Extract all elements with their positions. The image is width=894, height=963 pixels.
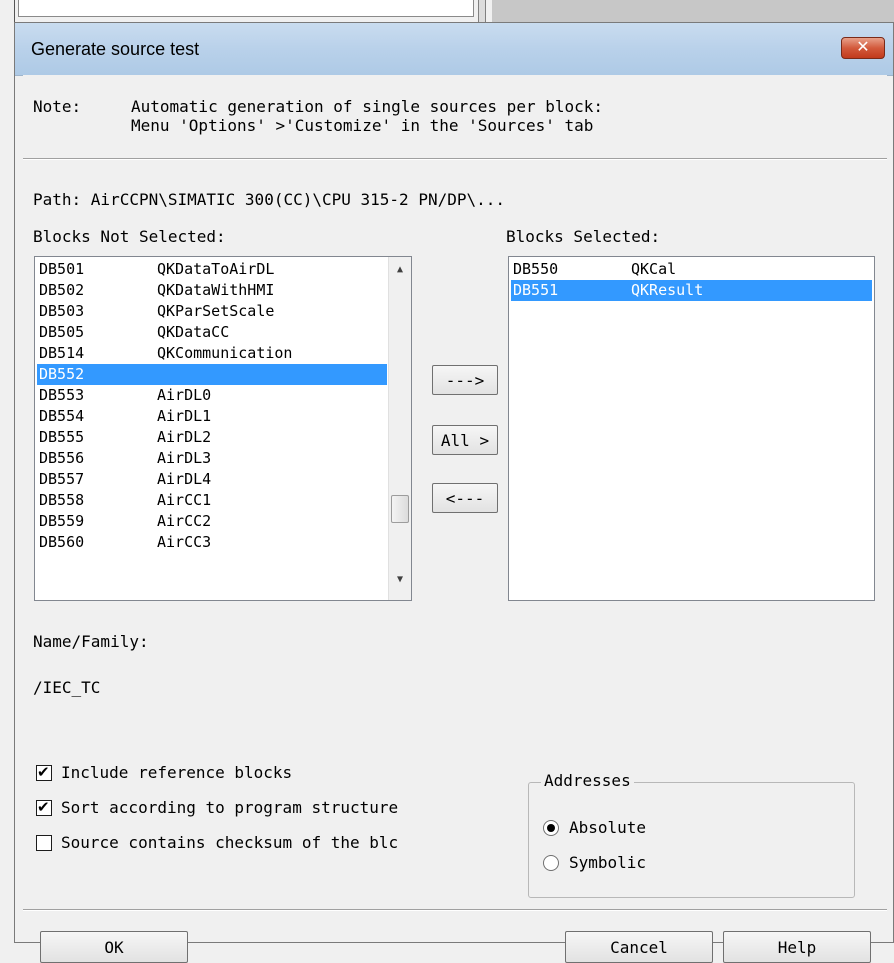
block-id: DB553: [39, 386, 85, 404]
addresses-group-title: Addresses: [541, 771, 634, 790]
block-name: QKCal: [631, 260, 677, 278]
block-id: DB556: [39, 449, 85, 467]
block-name: QKDataCC: [157, 323, 230, 341]
list-item[interactable]: DB514 QKCommunication: [37, 343, 387, 364]
block-name: QKDataToAirDL: [157, 260, 275, 278]
sort-program-label-clip: Sort according to program structure: [61, 798, 497, 818]
list-item[interactable]: DB559 AirCC2: [37, 511, 387, 532]
background-panel: [492, 0, 894, 22]
add-all-button[interactable]: All >: [432, 425, 498, 455]
name-family-label: Name/Family:: [33, 632, 149, 651]
block-name: AirDL0: [157, 386, 212, 404]
note-line-2: Menu 'Options' >'Customize' in the 'Sour…: [131, 116, 594, 135]
block-id: DB551: [513, 281, 559, 299]
block-id: DB550: [513, 260, 559, 278]
checksum-label[interactable]: Source contains checksum of the blc: [61, 833, 398, 852]
list-item[interactable]: DB505 QKDataCC: [37, 322, 387, 343]
absolute-radio[interactable]: [543, 820, 559, 836]
divider-bottom: [23, 909, 887, 911]
remove-block-button[interactable]: <---: [432, 483, 498, 513]
block-id: DB501: [39, 260, 85, 278]
background-field: [18, 0, 474, 17]
block-id: DB559: [39, 512, 85, 530]
block-name: QKCommunication: [157, 344, 293, 362]
list-item[interactable]: DB502 QKDataWithHMI: [37, 280, 387, 301]
block-id: DB557: [39, 470, 85, 488]
list-item[interactable]: DB501 QKDataToAirDL: [37, 259, 387, 280]
close-button[interactable]: ✕: [841, 37, 885, 59]
sort-program-label[interactable]: Sort according to program structure: [61, 798, 398, 817]
block-name: AirCC1: [157, 491, 212, 509]
block-id: DB558: [39, 491, 85, 509]
check-icon: ✔: [37, 798, 50, 816]
add-block-button[interactable]: --->: [432, 365, 498, 395]
title-bar[interactable]: Generate source test ✕: [15, 23, 893, 76]
help-button[interactable]: Help: [723, 931, 871, 963]
block-name: QKDataWithHMI: [157, 281, 275, 299]
block-name: QKParSetScale: [157, 302, 275, 320]
list-item[interactable]: DB554 AirDL1: [37, 406, 387, 427]
block-name: AirCC2: [157, 512, 212, 530]
name-family-value: /IEC_TC: [33, 678, 101, 697]
block-id: DB514: [39, 344, 85, 362]
list-item[interactable]: DB555 AirDL2: [37, 427, 387, 448]
cancel-button[interactable]: Cancel: [565, 931, 713, 963]
block-id: DB503: [39, 302, 85, 320]
generate-source-dialog: Generate source test ✕ Note: Automatic g…: [14, 22, 894, 963]
block-name: AirDL3: [157, 449, 212, 467]
left-list-scrollbar[interactable]: ▲ ▼: [388, 257, 411, 600]
list-item[interactable]: DB503 QKParSetScale: [37, 301, 387, 322]
blocks-not-selected-label: Blocks Not Selected:: [33, 227, 226, 246]
symbolic-radio[interactable]: [543, 855, 559, 871]
list-item[interactable]: DB560 AirCC3: [37, 532, 387, 553]
list-item[interactable]: DB558 AirCC1: [37, 490, 387, 511]
scroll-thumb[interactable]: [391, 495, 409, 523]
dialog-content: Note: Automatic generation of single sou…: [23, 75, 887, 963]
block-name: AirCC3: [157, 533, 212, 551]
scroll-up-icon[interactable]: ▲: [389, 259, 411, 281]
scroll-down-icon[interactable]: ▼: [389, 569, 411, 591]
absolute-label[interactable]: Absolute: [569, 818, 646, 837]
path-label: Path: AirCCPN\SIMATIC 300(CC)\CPU 315-2 …: [33, 190, 506, 209]
block-id: DB554: [39, 407, 85, 425]
background-splitter: [478, 0, 486, 22]
dialog-title: Generate source test: [31, 39, 200, 59]
background-window-edge: [0, 0, 15, 943]
list-item[interactable]: DB553 AirDL0: [37, 385, 387, 406]
include-reference-label[interactable]: Include reference blocks: [61, 763, 292, 782]
block-id: DB552: [39, 365, 85, 383]
close-icon: ✕: [856, 37, 870, 56]
block-name: AirDL2: [157, 428, 212, 446]
block-id: DB555: [39, 428, 85, 446]
note-label: Note:: [33, 97, 82, 116]
block-id: DB502: [39, 281, 85, 299]
blocks-selected-list[interactable]: DB550 QKCal DB551 QKResult: [508, 256, 875, 601]
block-name: AirDL1: [157, 407, 212, 425]
blocks-selected-label: Blocks Selected:: [506, 227, 661, 246]
block-name: QKResult: [631, 281, 704, 299]
sort-program-checkbox[interactable]: ✔: [36, 798, 52, 816]
list-item[interactable]: DB552: [37, 364, 387, 385]
note-line-1: Automatic generation of single sources p…: [131, 97, 604, 116]
addresses-group: Addresses Absolute Symbolic: [528, 771, 855, 898]
list-item[interactable]: DB551 QKResult: [511, 280, 872, 301]
ok-button[interactable]: OK: [40, 931, 188, 963]
include-reference-checkbox[interactable]: ✔: [36, 763, 52, 781]
list-item[interactable]: DB550 QKCal: [511, 259, 872, 280]
list-item[interactable]: DB556 AirDL3: [37, 448, 387, 469]
symbolic-label[interactable]: Symbolic: [569, 853, 646, 872]
check-icon: ✔: [37, 763, 50, 781]
list-item[interactable]: DB557 AirDL4: [37, 469, 387, 490]
divider-top: [23, 158, 887, 160]
blocks-not-selected-list[interactable]: DB501 QKDataToAirDL DB502 QKDataWithHMI DB50…: [34, 256, 412, 601]
block-name: AirDL4: [157, 470, 212, 488]
block-id: DB560: [39, 533, 85, 551]
checksum-checkbox[interactable]: [36, 835, 52, 851]
radio-dot: [547, 824, 555, 832]
block-id: DB505: [39, 323, 85, 341]
